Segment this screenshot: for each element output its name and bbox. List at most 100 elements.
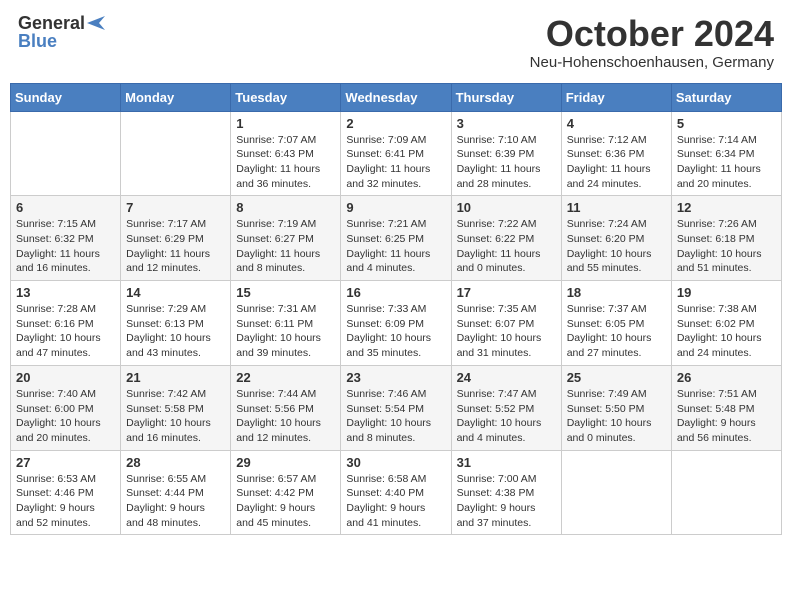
location-title: Neu-Hohenschoenhausen, Germany: [530, 54, 774, 71]
calendar-cell: 7Sunrise: 7:17 AM Sunset: 6:29 PM Daylig…: [121, 196, 231, 281]
day-number: 7: [126, 200, 225, 215]
logo-general-text: General: [18, 14, 85, 32]
day-info: Sunrise: 7:22 AM Sunset: 6:22 PM Dayligh…: [457, 217, 556, 276]
calendar-cell: 10Sunrise: 7:22 AM Sunset: 6:22 PM Dayli…: [451, 196, 561, 281]
calendar-week-row: 27Sunrise: 6:53 AM Sunset: 4:46 PM Dayli…: [11, 450, 782, 535]
day-number: 28: [126, 455, 225, 470]
calendar-cell: 27Sunrise: 6:53 AM Sunset: 4:46 PM Dayli…: [11, 450, 121, 535]
day-number: 3: [457, 116, 556, 131]
day-number: 5: [677, 116, 776, 131]
day-info: Sunrise: 7:12 AM Sunset: 6:36 PM Dayligh…: [567, 133, 666, 192]
calendar-cell: 4 Sunrise: 7:12 AM Sunset: 6:36 PM Daylig…: [561, 111, 671, 196]
day-info: Sunrise: 7:19 AM Sunset: 6:27 PM Dayligh…: [236, 217, 335, 276]
calendar-cell: 1 Sunrise: 7:07 AM Sunset: 6:43 PM Daylig…: [231, 111, 341, 196]
day-info: Sunrise: 7:29 AM Sunset: 6:13 PM Dayligh…: [126, 302, 225, 361]
calendar-cell: 5Sunrise: 7:14 AM Sunset: 6:34 PM Daylig…: [671, 111, 781, 196]
page-header: General Blue October 2024 Neu-Hohenschoe…: [10, 10, 782, 75]
calendar-week-row: 1 Sunrise: 7:07 AM Sunset: 6:43 PM Daylig…: [11, 111, 782, 196]
day-info: Sunrise: 6:57 AM Sunset: 4:42 PM Dayligh…: [236, 472, 335, 531]
day-info: Sunrise: 7:28 AM Sunset: 6:16 PM Dayligh…: [16, 302, 115, 361]
day-number: 15: [236, 285, 335, 300]
calendar-cell: 8 Sunrise: 7:19 AM Sunset: 6:27 PM Daylig…: [231, 196, 341, 281]
day-info: Sunrise: 7:00 AM Sunset: 4:38 PM Dayligh…: [457, 472, 556, 531]
calendar-cell: 16 Sunrise: 7:33 AM Sunset: 6:09 PM Dayli…: [341, 281, 451, 366]
calendar-table: SundayMondayTuesdayWednesdayThursdayFrid…: [10, 83, 782, 536]
day-number: 16: [346, 285, 445, 300]
day-number: 24: [457, 370, 556, 385]
weekday-header-wednesday: Wednesday: [341, 83, 451, 111]
weekday-header-saturday: Saturday: [671, 83, 781, 111]
calendar-cell: 23 Sunrise: 7:46 AM Sunset: 5:54 PM Dayli…: [341, 365, 451, 450]
calendar-cell: 9 Sunrise: 7:21 AM Sunset: 6:25 PM Daylig…: [341, 196, 451, 281]
day-info: Sunrise: 7:47 AM Sunset: 5:52 PM Dayligh…: [457, 387, 556, 446]
day-number: 17: [457, 285, 556, 300]
day-info: Sunrise: 7:10 AM Sunset: 6:39 PM Dayligh…: [457, 133, 556, 192]
day-info: Sunrise: 7:35 AM Sunset: 6:07 PM Dayligh…: [457, 302, 556, 361]
day-number: 22: [236, 370, 335, 385]
day-number: 30: [346, 455, 445, 470]
day-info: Sunrise: 6:58 AM Sunset: 4:40 PM Dayligh…: [346, 472, 445, 531]
calendar-cell: 11 Sunrise: 7:24 AM Sunset: 6:20 PM Dayli…: [561, 196, 671, 281]
calendar-cell: 20 Sunrise: 7:40 AM Sunset: 6:00 PM Dayli…: [11, 365, 121, 450]
calendar-cell: 21 Sunrise: 7:42 AM Sunset: 5:58 PM Dayli…: [121, 365, 231, 450]
weekday-header-monday: Monday: [121, 83, 231, 111]
calendar-cell: 17 Sunrise: 7:35 AM Sunset: 6:07 PM Dayli…: [451, 281, 561, 366]
day-info: Sunrise: 7:49 AM Sunset: 5:50 PM Dayligh…: [567, 387, 666, 446]
day-info: Sunrise: 6:55 AM Sunset: 4:44 PM Dayligh…: [126, 472, 225, 531]
calendar-cell: 6Sunrise: 7:15 AM Sunset: 6:32 PM Daylig…: [11, 196, 121, 281]
calendar-cell: [671, 450, 781, 535]
day-number: 11: [567, 200, 666, 215]
day-info: Sunrise: 6:53 AM Sunset: 4:46 PM Dayligh…: [16, 472, 115, 531]
day-info: Sunrise: 7:33 AM Sunset: 6:09 PM Dayligh…: [346, 302, 445, 361]
day-number: 8: [236, 200, 335, 215]
day-info: Sunrise: 7:24 AM Sunset: 6:20 PM Dayligh…: [567, 217, 666, 276]
calendar-week-row: 13 Sunrise: 7:28 AM Sunset: 6:16 PM Dayli…: [11, 281, 782, 366]
day-number: 20: [16, 370, 115, 385]
title-section: October 2024 Neu-Hohenschoenhausen, Germ…: [530, 14, 774, 71]
weekday-header-tuesday: Tuesday: [231, 83, 341, 111]
calendar-week-row: 20 Sunrise: 7:40 AM Sunset: 6:00 PM Dayli…: [11, 365, 782, 450]
calendar-cell: 25 Sunrise: 7:49 AM Sunset: 5:50 PM Dayli…: [561, 365, 671, 450]
logo: General Blue: [18, 14, 105, 50]
day-info: Sunrise: 7:46 AM Sunset: 5:54 PM Dayligh…: [346, 387, 445, 446]
day-info: Sunrise: 7:38 AM Sunset: 6:02 PM Dayligh…: [677, 302, 776, 361]
day-info: Sunrise: 7:31 AM Sunset: 6:11 PM Dayligh…: [236, 302, 335, 361]
calendar-cell: 24 Sunrise: 7:47 AM Sunset: 5:52 PM Dayli…: [451, 365, 561, 450]
calendar-cell: [121, 111, 231, 196]
day-number: 14: [126, 285, 225, 300]
day-info: Sunrise: 7:07 AM Sunset: 6:43 PM Dayligh…: [236, 133, 335, 192]
day-number: 29: [236, 455, 335, 470]
calendar-cell: 31 Sunrise: 7:00 AM Sunset: 4:38 PM Dayli…: [451, 450, 561, 535]
calendar-cell: 19 Sunrise: 7:38 AM Sunset: 6:02 PM Dayli…: [671, 281, 781, 366]
day-number: 19: [677, 285, 776, 300]
logo-bird-icon: [87, 16, 105, 30]
day-info: Sunrise: 7:44 AM Sunset: 5:56 PM Dayligh…: [236, 387, 335, 446]
day-info: Sunrise: 7:09 AM Sunset: 6:41 PM Dayligh…: [346, 133, 445, 192]
month-title: October 2024: [530, 14, 774, 54]
day-number: 26: [677, 370, 776, 385]
day-number: 13: [16, 285, 115, 300]
day-number: 1: [236, 116, 335, 131]
day-number: 9: [346, 200, 445, 215]
calendar-cell: 30 Sunrise: 6:58 AM Sunset: 4:40 PM Dayli…: [341, 450, 451, 535]
logo-blue-text: Blue: [18, 32, 57, 50]
day-number: 25: [567, 370, 666, 385]
calendar-cell: 15 Sunrise: 7:31 AM Sunset: 6:11 PM Dayli…: [231, 281, 341, 366]
day-info: Sunrise: 7:21 AM Sunset: 6:25 PM Dayligh…: [346, 217, 445, 276]
calendar-cell: 28 Sunrise: 6:55 AM Sunset: 4:44 PM Dayli…: [121, 450, 231, 535]
day-info: Sunrise: 7:42 AM Sunset: 5:58 PM Dayligh…: [126, 387, 225, 446]
day-number: 12: [677, 200, 776, 215]
day-number: 18: [567, 285, 666, 300]
day-number: 21: [126, 370, 225, 385]
day-number: 2: [346, 116, 445, 131]
day-number: 23: [346, 370, 445, 385]
weekday-header-sunday: Sunday: [11, 83, 121, 111]
calendar-cell: 18Sunrise: 7:37 AM Sunset: 6:05 PM Dayli…: [561, 281, 671, 366]
calendar-cell: 12Sunrise: 7:26 AM Sunset: 6:18 PM Dayli…: [671, 196, 781, 281]
calendar-cell: 29 Sunrise: 6:57 AM Sunset: 4:42 PM Dayli…: [231, 450, 341, 535]
calendar-cell: 14 Sunrise: 7:29 AM Sunset: 6:13 PM Dayli…: [121, 281, 231, 366]
day-number: 4: [567, 116, 666, 131]
day-info: Sunrise: 7:40 AM Sunset: 6:00 PM Dayligh…: [16, 387, 115, 446]
day-info: Sunrise: 7:15 AM Sunset: 6:32 PM Dayligh…: [16, 217, 115, 276]
day-number: 31: [457, 455, 556, 470]
